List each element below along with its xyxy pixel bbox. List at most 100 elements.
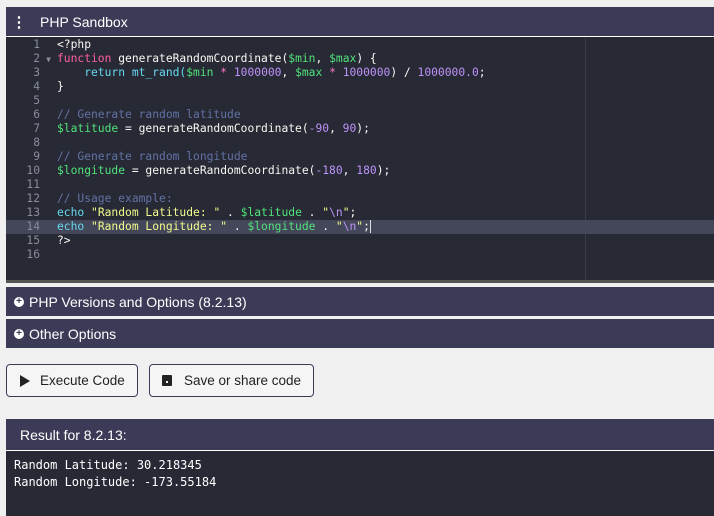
line-number: 1 bbox=[33, 38, 40, 51]
code-token: <?php bbox=[57, 38, 92, 51]
code-token: * bbox=[213, 66, 234, 79]
line-number: 7 bbox=[33, 122, 40, 135]
line-number: 9 bbox=[33, 150, 40, 163]
code-token: ; bbox=[478, 66, 486, 79]
code-line: 10 $longitude = generateRandomCoordinate(… bbox=[6, 164, 714, 178]
code-token: . bbox=[315, 220, 336, 233]
line-number: 11 bbox=[26, 178, 40, 191]
code-token: return bbox=[57, 66, 126, 79]
code-token: ?> bbox=[57, 234, 71, 247]
execute-code-button[interactable]: Execute Code bbox=[6, 364, 138, 397]
code-token: ; bbox=[349, 206, 357, 219]
code-token: $max bbox=[295, 66, 323, 79]
code-token: $latitude bbox=[240, 206, 302, 219]
save-share-button[interactable]: Save or share code bbox=[149, 364, 314, 397]
save-label: Save or share code bbox=[184, 373, 302, 388]
code-line: 7 $latitude = generateRandomCoordinate(-9… bbox=[6, 122, 714, 136]
code-token: = generateRandomCoordinate( bbox=[118, 122, 309, 135]
code-line: 4} bbox=[6, 80, 714, 94]
line-number: 12 bbox=[26, 192, 40, 205]
floppy-disk-icon bbox=[162, 375, 172, 386]
code-token: 1000000 bbox=[233, 66, 282, 79]
code-line: 2 ▼ function generateRandomCoordinate($min… bbox=[6, 52, 714, 66]
code-token: $max bbox=[329, 52, 357, 65]
horizontal-scrollbar[interactable] bbox=[6, 280, 714, 283]
code-token: . bbox=[301, 206, 323, 219]
accordion-other-options[interactable]: + Other Options bbox=[6, 319, 714, 348]
code-token: , bbox=[342, 164, 357, 177]
line-number: 3 bbox=[33, 66, 40, 79]
code-token: mt_rand( bbox=[125, 66, 187, 79]
code-line: 15 ?> bbox=[6, 234, 714, 248]
code-token: \n bbox=[342, 220, 357, 233]
code-token: $longitude bbox=[247, 220, 316, 233]
line-number: 13 bbox=[26, 206, 40, 219]
menu-dots-icon[interactable]: ⋮ bbox=[6, 13, 32, 31]
line-number: 4 bbox=[33, 80, 40, 93]
accordion-label: Other Options bbox=[29, 325, 117, 342]
result-title: Result for 8.2.13: bbox=[20, 426, 127, 443]
code-token: " bbox=[342, 206, 350, 219]
line-number: 8 bbox=[33, 136, 40, 149]
code-line: 13 echo "Random Latitude: " . $latitude .… bbox=[6, 206, 714, 220]
code-token: ) / bbox=[390, 66, 418, 79]
code-line: 9 // Generate random longitude bbox=[6, 150, 714, 164]
plus-circle-icon: + bbox=[14, 328, 24, 339]
code-token: . bbox=[227, 220, 248, 233]
code-editor[interactable]: 1 <?php 2 ▼ function generateRandomCoordina… bbox=[6, 37, 714, 283]
code-token: function bbox=[57, 52, 112, 65]
code-token: ); bbox=[356, 122, 370, 135]
line-number: 6 bbox=[33, 108, 40, 121]
line-number: 14 bbox=[26, 220, 40, 233]
code-token: * bbox=[322, 66, 343, 79]
code-token: \n bbox=[329, 206, 343, 219]
code-token: // Generate random longitude bbox=[57, 150, 248, 163]
page-title: PHP Sandbox bbox=[40, 13, 128, 30]
line-number: 10 bbox=[26, 164, 40, 177]
code-line: 11 bbox=[6, 178, 714, 192]
code-token: " bbox=[335, 220, 343, 233]
code-token: $latitude bbox=[57, 122, 119, 135]
title-bar: ⋮ PHP Sandbox bbox=[6, 7, 714, 37]
code-token: , bbox=[281, 66, 296, 79]
code-token: $min bbox=[288, 52, 316, 65]
code-token: 1000000 bbox=[342, 66, 391, 79]
code-token: echo bbox=[57, 206, 85, 219]
code-token: , bbox=[315, 52, 330, 65]
code-line: 6 // Generate random latitude bbox=[6, 108, 714, 122]
code-line: 16 bbox=[6, 248, 714, 262]
line-number: 5 bbox=[33, 94, 40, 107]
code-token: generateRandomCoordinate( bbox=[111, 52, 289, 65]
code-token: "Random Latitude: " bbox=[84, 206, 221, 219]
code-token: 180 bbox=[356, 164, 377, 177]
fold-arrow-icon[interactable]: ▼ bbox=[40, 53, 57, 67]
result-output: Random Latitude: 30.218345 Random Longit… bbox=[6, 451, 714, 516]
line-number: 16 bbox=[26, 248, 40, 261]
line-number: 15 bbox=[26, 234, 40, 247]
code-token: 1000000.0 bbox=[417, 66, 479, 79]
execute-label: Execute Code bbox=[40, 373, 125, 388]
code-line: 12 // Usage example: bbox=[6, 192, 714, 206]
line-number: 2 bbox=[33, 52, 40, 65]
code-token: $min bbox=[186, 66, 214, 79]
code-token: = generateRandomCoordinate( bbox=[125, 164, 316, 177]
accordion-php-versions[interactable]: + PHP Versions and Options (8.2.13) bbox=[6, 287, 714, 316]
play-icon bbox=[20, 374, 30, 387]
code-token: -180 bbox=[315, 164, 343, 177]
code-token: $longitude bbox=[57, 164, 126, 177]
result-header: Result for 8.2.13: bbox=[6, 419, 714, 451]
code-token: ; bbox=[363, 220, 370, 233]
code-token: "Random Longitude: " bbox=[84, 220, 228, 233]
code-token: echo bbox=[57, 220, 85, 233]
code-line: 5 bbox=[6, 94, 714, 108]
code-token: } bbox=[57, 80, 64, 93]
code-token: // Generate random latitude bbox=[57, 108, 241, 121]
code-token: , bbox=[329, 122, 343, 135]
code-token: 90 bbox=[342, 122, 357, 135]
code-token: // Usage example: bbox=[57, 192, 173, 205]
code-line: 1 <?php bbox=[6, 38, 714, 52]
accordion-label: PHP Versions and Options (8.2.13) bbox=[29, 293, 247, 310]
code-line: 3 return mt_rand($min * 1000000, $max * … bbox=[6, 66, 714, 80]
code-token: ); bbox=[376, 164, 391, 177]
code-token: ) { bbox=[356, 52, 377, 65]
